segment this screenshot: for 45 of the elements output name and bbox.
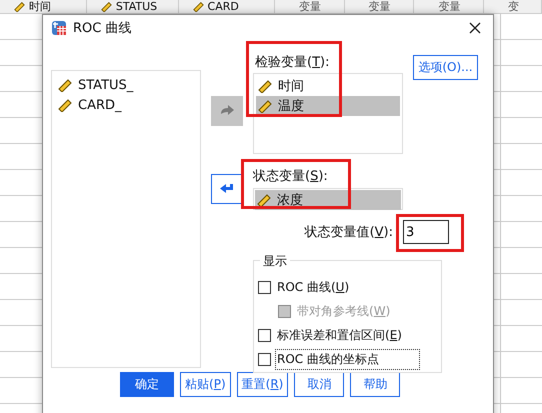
- group-title: 显示: [260, 253, 290, 270]
- checkbox-label[interactable]: ROC 曲线(U): [275, 276, 352, 298]
- column-header: 变量: [344, 0, 414, 13]
- arrow-icon: [219, 182, 235, 196]
- field-label: 状态变量值(V):: [304, 224, 393, 241]
- ruler-icon: [58, 78, 72, 92]
- ruler-icon: [258, 99, 272, 113]
- variable-item[interactable]: STATUS_: [56, 75, 196, 95]
- checkbox[interactable]: [258, 328, 271, 342]
- ruler-icon: [14, 1, 25, 12]
- value-input[interactable]: 3: [403, 220, 449, 244]
- app-icon: [51, 20, 67, 36]
- ruler-icon: [58, 98, 72, 112]
- dialog-button[interactable]: 取消: [294, 372, 344, 397]
- field-label: 检验变量(T):: [254, 54, 330, 71]
- ruler-icon: [100, 1, 112, 12]
- dialog-button[interactable]: 重置(R): [236, 372, 288, 397]
- column-header: CARD: [178, 0, 275, 13]
- window-title: ROC 曲线: [73, 20, 132, 37]
- checkbox[interactable]: [258, 352, 271, 366]
- checkbox[interactable]: [258, 280, 271, 294]
- checkbox-label[interactable]: 标准误差和置信区间(E): [275, 324, 404, 346]
- dialog-button[interactable]: 帮助: [350, 372, 400, 397]
- variable-list[interactable]: STATUS_ CARD_: [51, 70, 201, 368]
- variable-item[interactable]: 时间: [256, 76, 400, 96]
- column-header: 时间: [0, 0, 87, 13]
- ruler-icon: [257, 193, 271, 207]
- column-header: 变量: [275, 0, 345, 13]
- dialog-button[interactable]: 确定: [120, 372, 174, 397]
- checkbox-label[interactable]: ROC 曲线的坐标点: [275, 348, 420, 370]
- field-label: 状态变量(S):: [253, 168, 328, 185]
- variable-item[interactable]: CARD_: [56, 95, 196, 115]
- dialog-button[interactable]: 粘贴(P): [180, 372, 231, 397]
- test-variable-list[interactable]: 时间 温度: [253, 73, 403, 154]
- ruler-icon: [192, 1, 204, 12]
- close-icon[interactable]: [469, 22, 481, 34]
- options-button[interactable]: 选项(O)...: [413, 55, 478, 80]
- move-back-button[interactable]: [211, 174, 243, 204]
- column-header: 变量: [414, 0, 484, 13]
- column-header: 变: [484, 0, 542, 13]
- variable-item[interactable]: 温度: [256, 96, 400, 116]
- column-header: STATUS: [86, 0, 179, 13]
- arrow-icon: [219, 104, 235, 118]
- highlight-frame: [396, 214, 464, 252]
- ruler-icon: [258, 79, 272, 93]
